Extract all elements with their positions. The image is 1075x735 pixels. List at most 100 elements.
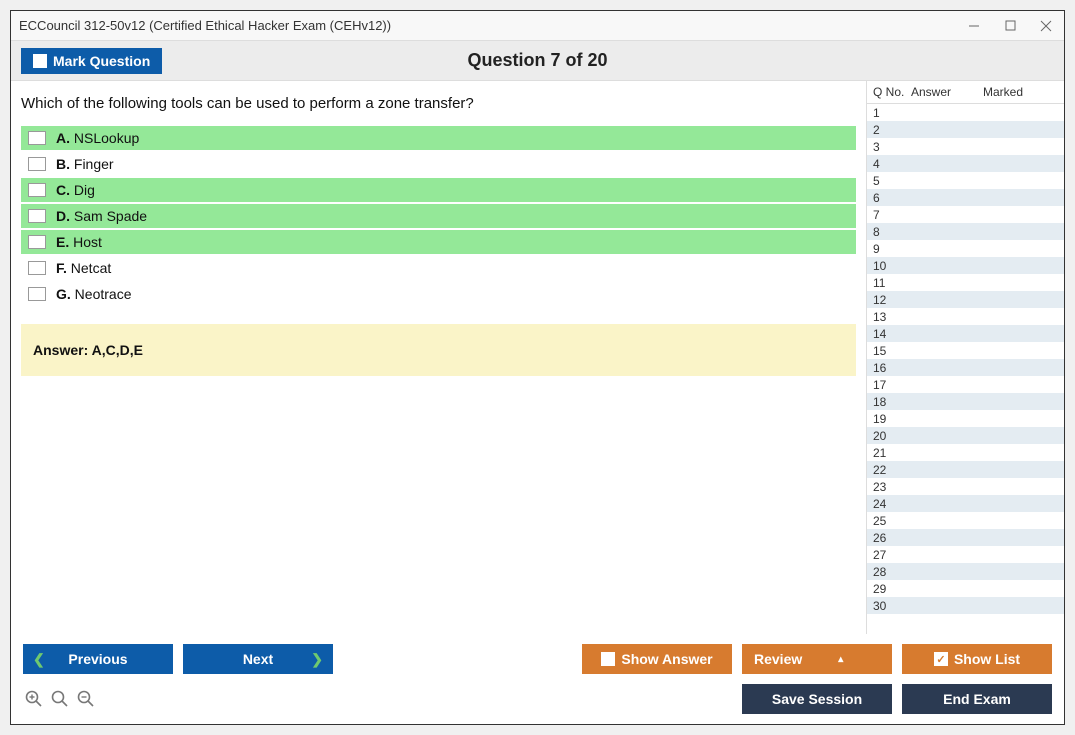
zoom-controls bbox=[23, 688, 97, 710]
qno-cell: 9 bbox=[873, 242, 911, 256]
option-label: F. Netcat bbox=[56, 260, 111, 276]
end-exam-button[interactable]: End Exam bbox=[902, 684, 1052, 714]
end-exam-label: End Exam bbox=[943, 691, 1011, 707]
question-list-row[interactable]: 9 bbox=[867, 240, 1064, 257]
question-list-row[interactable]: 27 bbox=[867, 546, 1064, 563]
option-row[interactable]: A. NSLookup bbox=[21, 126, 856, 150]
question-list-row[interactable]: 14 bbox=[867, 325, 1064, 342]
save-session-button[interactable]: Save Session bbox=[742, 684, 892, 714]
qno-cell: 3 bbox=[873, 140, 911, 154]
question-list-row[interactable]: 11 bbox=[867, 274, 1064, 291]
question-list-row[interactable]: 20 bbox=[867, 427, 1064, 444]
header-bar: Mark Question Question 7 of 20 bbox=[11, 41, 1064, 81]
question-counter: Question 7 of 20 bbox=[467, 50, 607, 71]
question-list-row[interactable]: 22 bbox=[867, 461, 1064, 478]
question-list-row[interactable]: 13 bbox=[867, 308, 1064, 325]
qno-cell: 25 bbox=[873, 514, 911, 528]
qno-cell: 30 bbox=[873, 599, 911, 613]
question-list-row[interactable]: 16 bbox=[867, 359, 1064, 376]
zoom-in-icon bbox=[25, 690, 43, 708]
question-list-row[interactable]: 5 bbox=[867, 172, 1064, 189]
question-list-row[interactable]: 24 bbox=[867, 495, 1064, 512]
chevron-left-icon: ❮ bbox=[33, 651, 45, 668]
qno-cell: 6 bbox=[873, 191, 911, 205]
col-qno-header: Q No. bbox=[873, 85, 911, 99]
show-answer-checkbox-icon bbox=[601, 652, 615, 666]
option-checkbox[interactable] bbox=[28, 131, 46, 145]
next-label: Next bbox=[243, 651, 273, 667]
question-list-row[interactable]: 26 bbox=[867, 529, 1064, 546]
option-checkbox[interactable] bbox=[28, 287, 46, 301]
review-dropdown[interactable]: Review ▴ bbox=[742, 644, 892, 674]
qno-cell: 14 bbox=[873, 327, 911, 341]
qno-cell: 22 bbox=[873, 463, 911, 477]
show-list-checkbox-icon: ✓ bbox=[934, 652, 948, 666]
question-list-row[interactable]: 6 bbox=[867, 189, 1064, 206]
question-list-row[interactable]: 3 bbox=[867, 138, 1064, 155]
question-list-row[interactable]: 23 bbox=[867, 478, 1064, 495]
question-list-row[interactable]: 21 bbox=[867, 444, 1064, 461]
question-list-row[interactable]: 19 bbox=[867, 410, 1064, 427]
zoom-reset-button[interactable] bbox=[49, 688, 71, 710]
qno-cell: 7 bbox=[873, 208, 911, 222]
option-label: C. Dig bbox=[56, 182, 95, 198]
option-checkbox[interactable] bbox=[28, 261, 46, 275]
option-row[interactable]: F. Netcat bbox=[21, 256, 856, 280]
show-answer-label: Show Answer bbox=[621, 651, 712, 667]
qno-cell: 16 bbox=[873, 361, 911, 375]
option-row[interactable]: B. Finger bbox=[21, 152, 856, 176]
question-list-row[interactable]: 10 bbox=[867, 257, 1064, 274]
question-list-row[interactable]: 8 bbox=[867, 223, 1064, 240]
option-row[interactable]: C. Dig bbox=[21, 178, 856, 202]
window-title: ECCouncil 312-50v12 (Certified Ethical H… bbox=[19, 18, 964, 33]
qno-cell: 28 bbox=[873, 565, 911, 579]
option-checkbox[interactable] bbox=[28, 183, 46, 197]
minimize-icon bbox=[968, 20, 980, 32]
main-panel: Which of the following tools can be used… bbox=[11, 81, 866, 634]
question-list[interactable]: 1234567891011121314151617181920212223242… bbox=[867, 104, 1064, 634]
mark-label: Mark Question bbox=[53, 53, 150, 69]
close-icon bbox=[1040, 20, 1052, 32]
option-row[interactable]: G. Neotrace bbox=[21, 282, 856, 306]
zoom-in-button[interactable] bbox=[23, 688, 45, 710]
question-list-row[interactable]: 17 bbox=[867, 376, 1064, 393]
qno-cell: 12 bbox=[873, 293, 911, 307]
question-list-row[interactable]: 12 bbox=[867, 291, 1064, 308]
question-list-row[interactable]: 15 bbox=[867, 342, 1064, 359]
show-list-button[interactable]: ✓ Show List bbox=[902, 644, 1052, 674]
option-row[interactable]: E. Host bbox=[21, 230, 856, 254]
show-answer-button[interactable]: Show Answer bbox=[582, 644, 732, 674]
minimize-button[interactable] bbox=[964, 16, 984, 36]
option-checkbox[interactable] bbox=[28, 209, 46, 223]
col-answer-header: Answer bbox=[911, 85, 983, 99]
qno-cell: 1 bbox=[873, 106, 911, 120]
previous-label: Previous bbox=[68, 651, 127, 667]
question-list-row[interactable]: 2 bbox=[867, 121, 1064, 138]
magnifier-icon bbox=[51, 690, 69, 708]
question-list-row[interactable]: 30 bbox=[867, 597, 1064, 614]
question-list-row[interactable]: 4 bbox=[867, 155, 1064, 172]
chevron-right-icon: ❯ bbox=[311, 651, 323, 668]
option-label: A. NSLookup bbox=[56, 130, 139, 146]
maximize-button[interactable] bbox=[1000, 16, 1020, 36]
question-list-row[interactable]: 18 bbox=[867, 393, 1064, 410]
question-list-row[interactable]: 25 bbox=[867, 512, 1064, 529]
option-label: E. Host bbox=[56, 234, 102, 250]
close-button[interactable] bbox=[1036, 16, 1056, 36]
question-text: Which of the following tools can be used… bbox=[21, 95, 856, 112]
question-list-row[interactable]: 29 bbox=[867, 580, 1064, 597]
question-list-row[interactable]: 1 bbox=[867, 104, 1064, 121]
option-checkbox[interactable] bbox=[28, 157, 46, 171]
mark-checkbox-icon bbox=[33, 54, 47, 68]
footer-row-1: ❮ Previous Next ❯ Show Answer Review ▴ ✓… bbox=[23, 644, 1052, 674]
mark-question-button[interactable]: Mark Question bbox=[21, 48, 162, 74]
question-list-row[interactable]: 28 bbox=[867, 563, 1064, 580]
question-list-row[interactable]: 7 bbox=[867, 206, 1064, 223]
option-checkbox[interactable] bbox=[28, 235, 46, 249]
previous-button[interactable]: ❮ Previous bbox=[23, 644, 173, 674]
next-button[interactable]: Next ❯ bbox=[183, 644, 333, 674]
qno-cell: 17 bbox=[873, 378, 911, 392]
option-row[interactable]: D. Sam Spade bbox=[21, 204, 856, 228]
zoom-out-button[interactable] bbox=[75, 688, 97, 710]
qno-cell: 27 bbox=[873, 548, 911, 562]
